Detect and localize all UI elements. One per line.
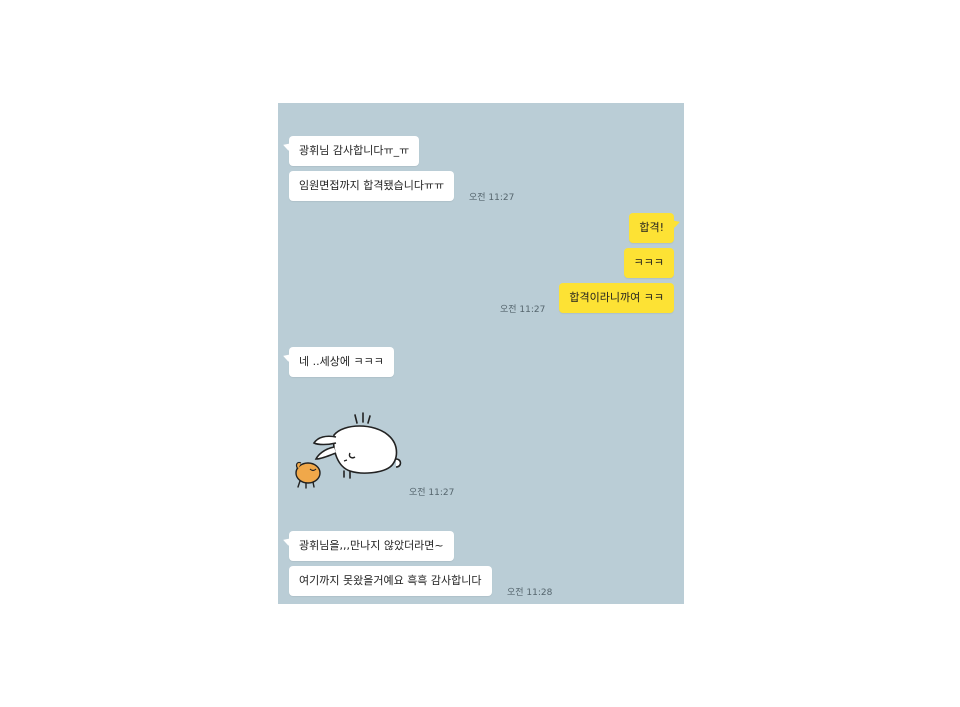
message-bubble-incoming[interactable]: 네 ..세상에 ㅋㅋㅋ [289, 347, 394, 377]
message-timestamp: 오전 11:28 [507, 588, 553, 598]
bunny-bowing-sticker-icon[interactable] [292, 411, 404, 491]
message-text: 합격이라니까여 ㅋㅋ [569, 291, 664, 304]
message-bubble-incoming[interactable]: 광휘님을,,,만나지 않았더라면~ [289, 531, 454, 561]
message-timestamp: 오전 11:27 [409, 488, 455, 498]
message-timestamp: 오전 11:27 [469, 193, 515, 203]
message-bubble-incoming[interactable]: 광휘님 감사합니다ㅠ_ㅠ [289, 136, 420, 166]
message-timestamp: 오전 11:27 [500, 305, 546, 315]
message-text: ㅋㅋㅋ [633, 256, 664, 269]
message-text: 광휘님 감사합니다ㅠ_ㅠ [299, 144, 410, 157]
message-bubble-incoming[interactable]: 임원면접까지 합격됐습니다ㅠㅠ [289, 171, 455, 201]
message-text: 합격! [639, 221, 664, 234]
chat-window: 광휘님 감사합니다ㅠ_ㅠ 임원면접까지 합격됐습니다ㅠㅠ 오전 11:27 합격… [278, 103, 684, 604]
message-bubble-incoming[interactable]: 여기까지 못왔을거예요 흑흑 감사합니다 [289, 566, 492, 596]
message-bubble-outgoing[interactable]: ㅋㅋㅋ [623, 248, 674, 278]
message-text: 광휘님을,,,만나지 않았더라면~ [299, 539, 444, 552]
message-text: 네 ..세상에 ㅋㅋㅋ [299, 355, 384, 368]
message-text: 임원면접까지 합격됐습니다ㅠㅠ [299, 179, 445, 192]
message-bubble-outgoing[interactable]: 합격! [629, 213, 674, 243]
message-text: 여기까지 못왔을거예요 흑흑 감사합니다 [299, 574, 482, 587]
message-bubble-outgoing[interactable]: 합격이라니까여 ㅋㅋ [559, 283, 674, 313]
